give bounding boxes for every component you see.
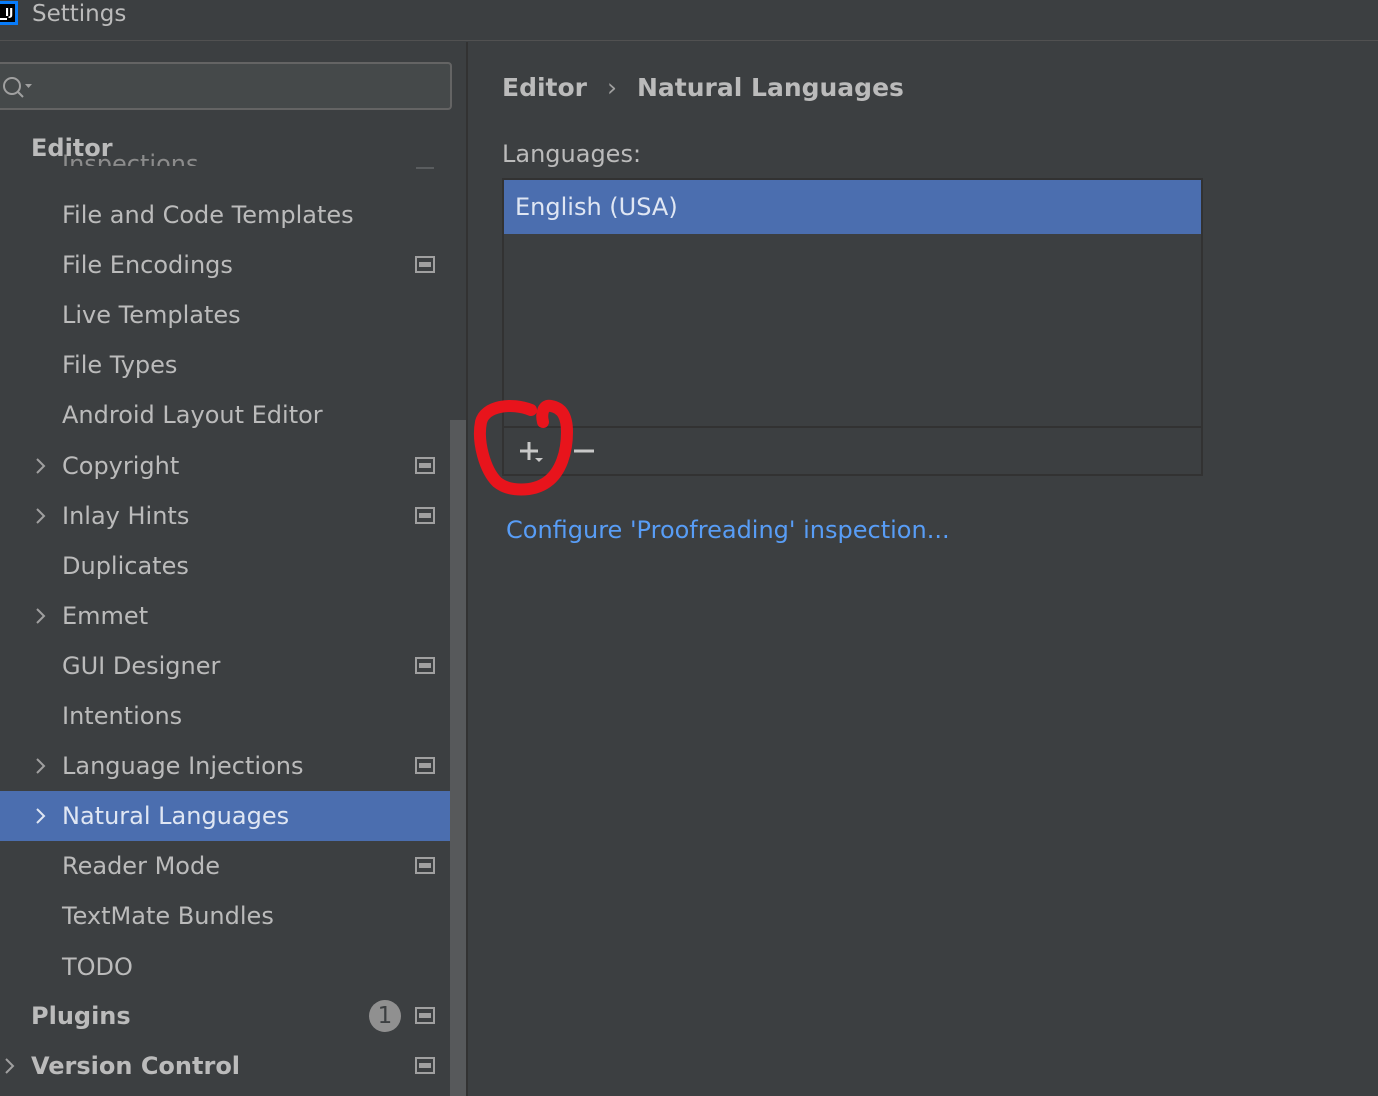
sidebar-item-plugins[interactable]: Plugins 1 bbox=[0, 991, 467, 1041]
sidebar-item-label: File and Code Templates bbox=[62, 201, 354, 229]
sidebar-item-file-types[interactable]: File Types bbox=[0, 340, 467, 390]
sidebar-item-gui-designer[interactable]: GUI Designer bbox=[0, 641, 467, 691]
sidebar-item-label: Emmet bbox=[62, 602, 149, 630]
sidebar-item-label: Live Templates bbox=[62, 301, 241, 329]
sidebar-item-label: File Encodings bbox=[62, 251, 233, 279]
annotation-circle-mark bbox=[474, 399, 573, 496]
sidebar-item-language-injections[interactable]: Language Injections bbox=[0, 741, 467, 791]
sidebar-item-label: GUI Designer bbox=[62, 652, 221, 680]
languages-list[interactable]: English (USA) bbox=[502, 178, 1203, 476]
sidebar-item-file-encodings[interactable]: File Encodings bbox=[0, 240, 467, 290]
sidebar-item-file-and-code-templates[interactable]: File and Code Templates bbox=[0, 190, 467, 240]
sidebar-item-label: Version Control bbox=[31, 1052, 241, 1080]
sidebar-item-android-layout-editor[interactable]: Android Layout Editor bbox=[0, 390, 467, 440]
title-bar: IJ Settings bbox=[0, 0, 1378, 41]
chevron-right-icon[interactable] bbox=[32, 504, 50, 528]
sidebar-item-reader-mode[interactable]: Reader Mode bbox=[0, 841, 467, 891]
sidebar-item-label: Android Layout Editor bbox=[62, 401, 323, 429]
sidebar-item-label: Reader Mode bbox=[62, 852, 220, 880]
sidebar-item-label: Intentions bbox=[62, 702, 183, 730]
sidebar-item-version-control[interactable]: Version Control bbox=[0, 1041, 467, 1091]
project-level-icon bbox=[415, 507, 435, 524]
configure-proofreading-link[interactable]: Configure 'Proofreading' inspection... bbox=[506, 513, 950, 547]
project-level-icon bbox=[415, 657, 435, 674]
sidebar-item-label: TextMate Bundles bbox=[62, 902, 274, 930]
sidebar-item-copyright[interactable]: Copyright bbox=[0, 441, 467, 491]
sidebar-item-label: Duplicates bbox=[62, 552, 189, 580]
sidebar-item-live-templates[interactable]: Live Templates bbox=[0, 290, 467, 340]
sidebar-item-label: Plugins bbox=[31, 1002, 131, 1030]
breadcrumb-separator: › bbox=[607, 73, 617, 102]
sidebar-item-emmet[interactable]: Emmet bbox=[0, 591, 467, 641]
project-level-icon bbox=[416, 167, 434, 169]
project-level-icon bbox=[415, 256, 435, 273]
search-input[interactable] bbox=[0, 62, 452, 110]
sidebar-item-label: Inlay Hints bbox=[62, 502, 190, 530]
search-icon[interactable] bbox=[0, 74, 34, 100]
project-level-icon bbox=[415, 857, 435, 874]
breadcrumb-current: Natural Languages bbox=[637, 73, 904, 102]
chevron-right-icon[interactable] bbox=[32, 604, 50, 628]
list-item-language[interactable]: English (USA) bbox=[504, 180, 1201, 234]
settings-sidebar: Inspections Editor File and Code Templat… bbox=[0, 42, 467, 1096]
breadcrumb: Editor › Natural Languages bbox=[502, 72, 904, 104]
settings-content-panel: Editor › Natural Languages Languages: Engl… bbox=[468, 42, 1378, 1096]
chevron-right-icon[interactable] bbox=[32, 454, 50, 478]
sidebar-scrollbar[interactable] bbox=[450, 420, 466, 1096]
list-item-label: English (USA) bbox=[515, 193, 678, 221]
chevron-right-icon[interactable] bbox=[32, 804, 50, 828]
chevron-right-icon[interactable] bbox=[1, 1054, 19, 1078]
project-level-icon bbox=[415, 1007, 435, 1024]
sidebar-item-label: Copyright bbox=[62, 452, 180, 480]
project-level-icon bbox=[415, 457, 435, 474]
svg-text:IJ: IJ bbox=[5, 6, 13, 19]
chevron-right-icon[interactable] bbox=[32, 754, 50, 778]
breadcrumb-parent[interactable]: Editor bbox=[502, 73, 587, 102]
sidebar-item-label: File Types bbox=[62, 351, 178, 379]
sidebar-item-textmate-bundles[interactable]: TextMate Bundles bbox=[0, 891, 467, 941]
sidebar-item-label: Language Injections bbox=[62, 752, 304, 780]
sidebar-item-label: Natural Languages bbox=[62, 802, 290, 830]
sidebar-item-natural-languages[interactable]: Natural Languages bbox=[0, 791, 467, 841]
project-level-icon bbox=[415, 1057, 435, 1074]
window-title: Settings bbox=[32, 1, 127, 27]
sidebar-item-intentions[interactable]: Intentions bbox=[0, 691, 467, 741]
sidebar-item-label: TODO bbox=[62, 953, 133, 981]
sidebar-item-inlay-hints[interactable]: Inlay Hints bbox=[0, 491, 467, 541]
project-level-icon bbox=[415, 757, 435, 774]
languages-label: Languages: bbox=[502, 140, 642, 168]
sidebar-item-duplicates[interactable]: Duplicates bbox=[0, 541, 467, 591]
intellij-logo-icon: IJ bbox=[0, 1, 18, 25]
sidebar-item-todo[interactable]: TODO bbox=[0, 942, 467, 992]
updates-badge: 1 bbox=[369, 1000, 401, 1032]
sidebar-section-editor[interactable]: Editor bbox=[31, 132, 113, 164]
list-toolbar bbox=[504, 426, 1201, 474]
